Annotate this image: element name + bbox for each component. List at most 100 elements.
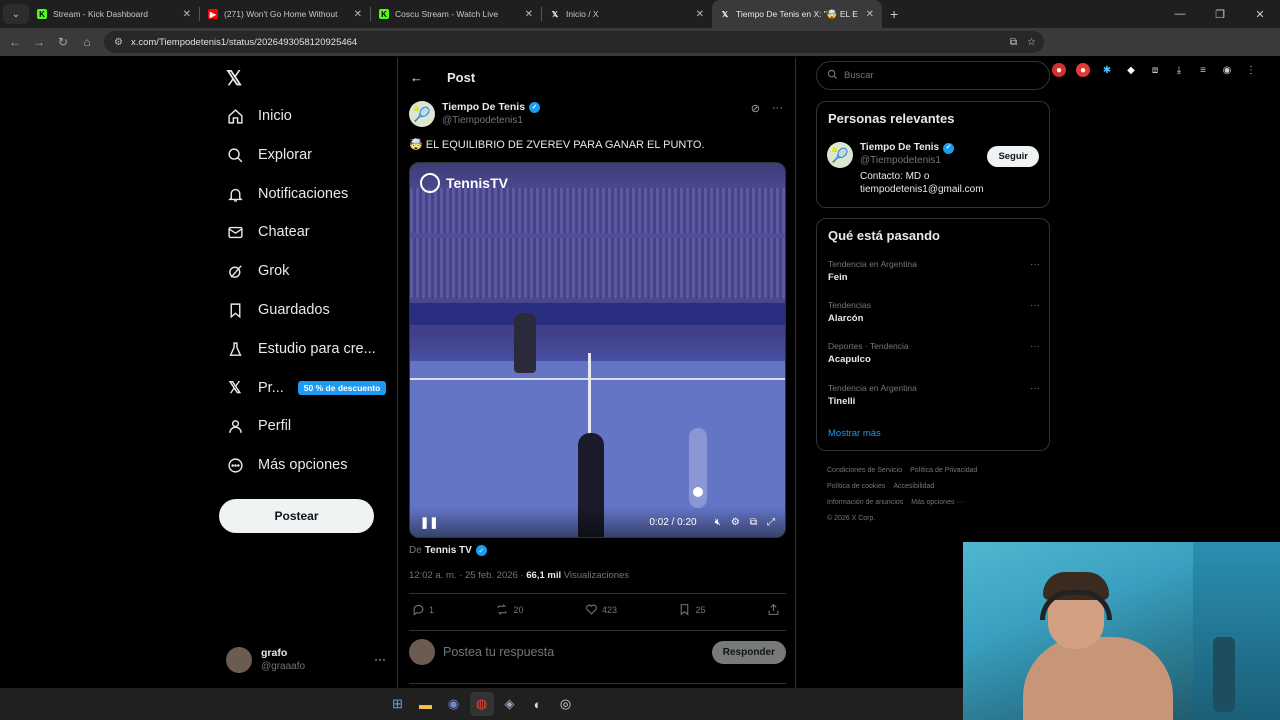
nav-item-explorar[interactable]: Explorar	[226, 140, 312, 170]
post-author[interactable]: 🎾 Tiempo De Tenis ✓ @Tiempodetenis1	[409, 101, 541, 127]
nav-item-perfil[interactable]: Perfil	[226, 411, 291, 441]
home-page-icon[interactable]: ⌂	[75, 35, 99, 49]
taskbar: ⊞ ▬ ◉ ◍ ◈ ◐ ◎	[0, 688, 963, 720]
tab-title: Tiempo De Tenis en X: "🤯 EL E	[736, 8, 858, 19]
trend-item[interactable]: Tendencia en Argentina Fein ···	[828, 258, 1040, 284]
reply-input[interactable]: Postea tu respuesta	[443, 645, 554, 659]
media-icon[interactable]: ≡	[1196, 63, 1210, 77]
nav-item-guardados[interactable]: Guardados	[226, 295, 330, 325]
trend-item[interactable]: Tendencia en Argentina Tinelli ···	[828, 382, 1040, 408]
close-icon[interactable]: ✕	[354, 9, 362, 20]
minimize-icon[interactable]: —	[1160, 8, 1200, 20]
person-name[interactable]: Tiempo De Tenis	[860, 142, 939, 155]
more-dots-icon[interactable]: ···	[374, 652, 386, 666]
like-action[interactable]: 423	[585, 603, 617, 616]
post-timestamp[interactable]: 12:02 a. m. · 25 feb. 2026 ·	[409, 570, 526, 581]
close-icon[interactable]: ✕	[525, 9, 533, 20]
nav-item-chatear[interactable]: Chatear	[226, 217, 310, 247]
browser-tab-active[interactable]: 𝕏 Tiempo De Tenis en X: "🤯 EL E ✕	[712, 0, 882, 28]
volume-slider-knob[interactable]	[693, 487, 703, 497]
nav-item-estudio[interactable]: Estudio para cre...	[226, 334, 376, 364]
footer-link[interactable]: Condiciones de Servicio	[827, 467, 902, 474]
reply-button[interactable]: Responder	[711, 640, 786, 664]
extension-record-icon[interactable]: ●	[1076, 63, 1090, 77]
trend-item[interactable]: Deportes · Tendencia Acapulco ···	[828, 340, 1040, 366]
grok-explain-icon[interactable]: ⊘	[751, 102, 760, 115]
obs-icon[interactable]: ◐	[526, 692, 550, 716]
footer-link[interactable]: Política de cookies	[827, 483, 885, 490]
browser-tab[interactable]: 𝕏 Inicio / X ✕	[542, 0, 712, 28]
more-dots-icon[interactable]: ···	[772, 102, 783, 115]
share-action[interactable]	[767, 603, 784, 616]
chrome-icon[interactable]: ◍	[469, 692, 494, 716]
author-avatar[interactable]: 🎾	[409, 101, 435, 127]
back-arrow-icon[interactable]: ←	[410, 70, 423, 85]
pause-icon[interactable]: ❚❚	[420, 516, 438, 529]
extension-diamond-icon[interactable]: ◆	[1124, 63, 1138, 77]
footer-link[interactable]: Información de anuncios	[827, 499, 903, 506]
extension-red-icon[interactable]: ●	[1052, 63, 1066, 77]
file-explorer-icon[interactable]: ▬	[414, 692, 438, 716]
browser-tab[interactable]: K Coscu Stream - Watch Live ✕	[371, 0, 541, 28]
verified-badge-icon: ✓	[943, 142, 955, 154]
download-icon[interactable]: ⤓	[1172, 63, 1186, 77]
menu-dots-icon[interactable]: ⋮	[1244, 63, 1258, 77]
reload-icon[interactable]: ↻	[51, 35, 75, 49]
tab-search-button[interactable]: ⌄	[3, 4, 29, 24]
trend-item[interactable]: Tendencias Alarcón ···	[828, 299, 1040, 325]
footer-link[interactable]: Política de Privacidad	[910, 467, 977, 474]
install-icon[interactable]: ⧉	[1010, 37, 1017, 48]
restore-icon[interactable]: ❐	[1200, 8, 1240, 21]
post-button[interactable]: Postear	[219, 499, 374, 533]
nav-item-mas-opciones[interactable]: Más opciones	[226, 450, 347, 480]
close-icon[interactable]: ✕	[183, 9, 191, 20]
site-info-icon[interactable]: ⚙	[114, 37, 123, 48]
x-logo-icon[interactable]: 𝕏	[226, 66, 242, 91]
nav-item-grok[interactable]: Grok	[226, 256, 289, 286]
discord-icon[interactable]: ◉	[442, 692, 466, 716]
fullscreen-icon[interactable]: ⤢	[767, 517, 775, 528]
close-icon[interactable]: ✕	[866, 9, 874, 20]
profile-icon[interactable]: ◉	[1220, 63, 1234, 77]
more-dots-icon[interactable]: ···	[1030, 258, 1040, 271]
address-bar[interactable]: ⚙ x.com/Tiempodetenis1/status/2026493058…	[104, 31, 1044, 53]
back-icon[interactable]: ←	[3, 35, 27, 49]
from-name[interactable]: Tennis TV	[425, 545, 472, 556]
tennis-ball-icon	[420, 173, 440, 193]
footer-link[interactable]: Más opciones ···	[911, 499, 963, 506]
nav-item-premium[interactable]: 𝕏 Pr... 50 % de descuento	[226, 373, 387, 403]
footer-link[interactable]: Accesibilidad	[893, 483, 934, 490]
video-player[interactable]: TennisTV ❚❚ 0:02 / 0:20 🔇︎ ⚙ ⧉ ⤢	[409, 162, 786, 538]
browser-tab[interactable]: ▶ (271) Won't Go Home Without ✕	[200, 0, 370, 28]
follow-button[interactable]: Seguir	[987, 146, 1039, 167]
more-dots-icon[interactable]: ···	[1030, 299, 1040, 312]
show-more-link[interactable]: Mostrar más	[828, 428, 881, 439]
repost-action[interactable]: 20	[495, 603, 524, 616]
mute-icon[interactable]: 🔇︎	[715, 517, 721, 528]
bookmark-action[interactable]: 25	[678, 603, 705, 616]
new-tab-button[interactable]: +	[890, 6, 898, 22]
close-icon[interactable]: ✕	[696, 9, 704, 20]
person-avatar[interactable]: 🎾	[827, 142, 853, 168]
star-icon[interactable]: ☆	[1027, 37, 1036, 48]
extension-translate-icon[interactable]: ✱	[1100, 63, 1114, 77]
bookmark-count: 25	[695, 604, 706, 615]
pip-icon[interactable]: ⧉	[750, 517, 757, 528]
settings-icon[interactable]: ⚙	[731, 517, 740, 528]
author-name-row[interactable]: Tiempo De Tenis ✓	[442, 101, 541, 114]
search-input[interactable]: Buscar	[816, 61, 1050, 90]
account-switcher[interactable]: grafo @graaafo ···	[226, 642, 386, 678]
extensions-puzzle-icon[interactable]: ⧈	[1148, 63, 1162, 77]
app-icon[interactable]: ◎	[554, 692, 578, 716]
more-dots-icon[interactable]: ···	[1030, 382, 1040, 395]
nav-item-notificaciones[interactable]: Notificaciones	[226, 179, 348, 209]
close-window-icon[interactable]: ✕	[1240, 8, 1280, 21]
windows-start-icon[interactable]: ⊞	[386, 692, 410, 716]
forward-icon[interactable]: →	[27, 35, 51, 49]
steam-icon[interactable]: ◈	[498, 692, 522, 716]
more-dots-icon[interactable]: ···	[1030, 340, 1040, 353]
nav-label: Grok	[258, 263, 290, 279]
nav-item-inicio[interactable]: Inicio	[226, 101, 292, 131]
browser-tab[interactable]: K Stream - Kick Dashboard ✕	[29, 0, 199, 28]
reply-action[interactable]: 1	[412, 603, 434, 616]
